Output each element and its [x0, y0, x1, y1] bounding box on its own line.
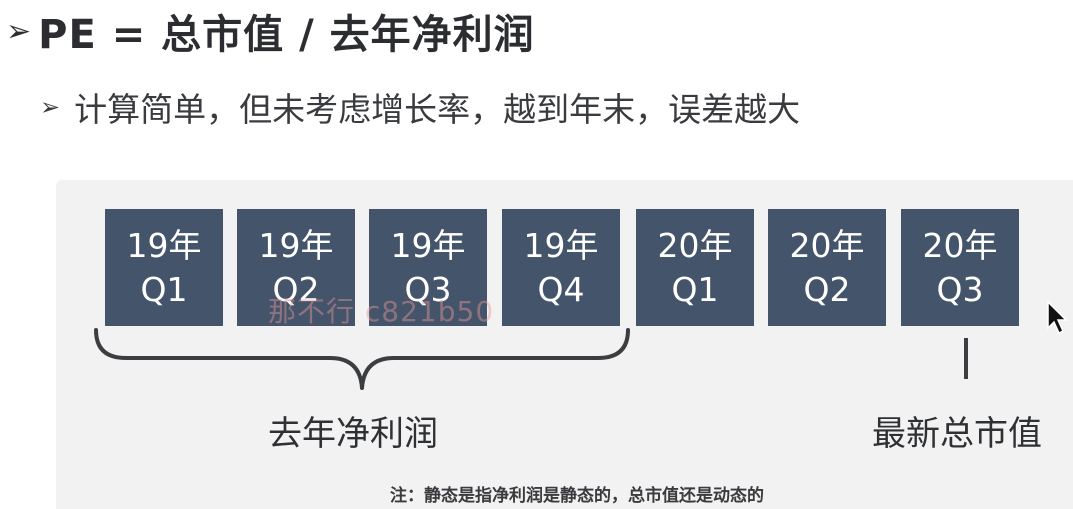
quarter-year: 20年 — [789, 225, 865, 265]
quarter-label: Q1 — [140, 269, 188, 309]
slide-title: ➢ PE = 总市值 / 去年净利润 — [6, 2, 535, 60]
quarter-box-19q4: 19年 Q4 — [502, 209, 620, 326]
quarter-box-19q1: 19年 Q1 — [105, 209, 223, 326]
label-last-year-profit: 去年净利润 — [268, 414, 438, 454]
bullet-arrow-icon: ➢ — [40, 93, 61, 121]
footnote: 注：静态是指净利润是静态的，总市值还是动态的 — [390, 486, 764, 506]
slide-title-text: PE = 总市值 / 去年净利润 — [38, 12, 535, 58]
quarter-year: 20年 — [657, 225, 733, 265]
pointer-tick — [964, 338, 968, 379]
quarter-label: Q4 — [537, 269, 585, 309]
quarter-box-20q3: 20年 Q3 — [901, 209, 1019, 326]
quarter-box-20q2: 20年 Q2 — [768, 209, 886, 326]
mouse-cursor-icon — [1047, 300, 1068, 335]
quarter-year: 19年 — [258, 225, 334, 265]
curly-brace-icon — [94, 328, 630, 390]
quarter-label: Q3 — [936, 269, 984, 309]
quarter-year: 19年 — [126, 225, 202, 265]
quarter-label: Q1 — [671, 269, 719, 309]
slide-subtitle-text: 计算简单，但未考虑增长率，越到年末，误差越大 — [74, 90, 801, 129]
quarter-label: Q2 — [803, 269, 851, 309]
quarter-year: 19年 — [523, 225, 599, 265]
quarter-box-20q1: 20年 Q1 — [636, 209, 754, 326]
bullet-arrow-icon: ➢ — [6, 13, 33, 49]
label-latest-market-cap: 最新总市值 — [872, 414, 1042, 454]
quarter-year: 20年 — [922, 225, 998, 265]
slide-subtitle: ➢ 计算简单，但未考虑增长率，越到年末，误差越大 — [40, 84, 800, 130]
quarter-year: 19年 — [390, 225, 466, 265]
watermark-text: 那不行 c821b50 — [268, 295, 495, 328]
